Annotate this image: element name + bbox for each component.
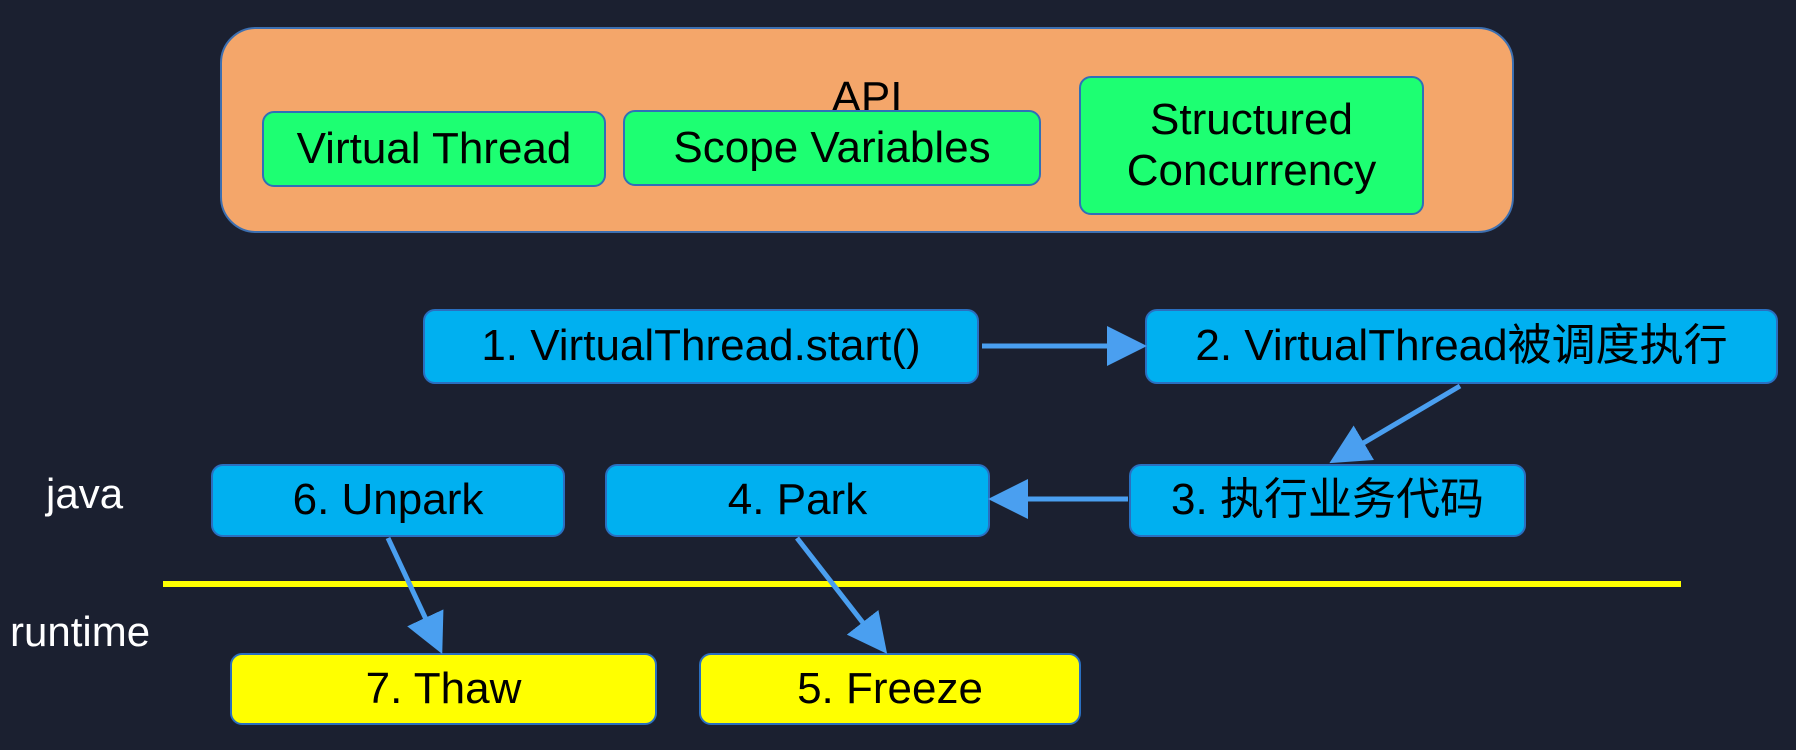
arrow-2-to-3 [1329,383,1462,464]
arrow-6-to-7 [385,536,444,655]
arrow-4-to-5 [795,536,888,654]
connectors [163,326,1681,655]
